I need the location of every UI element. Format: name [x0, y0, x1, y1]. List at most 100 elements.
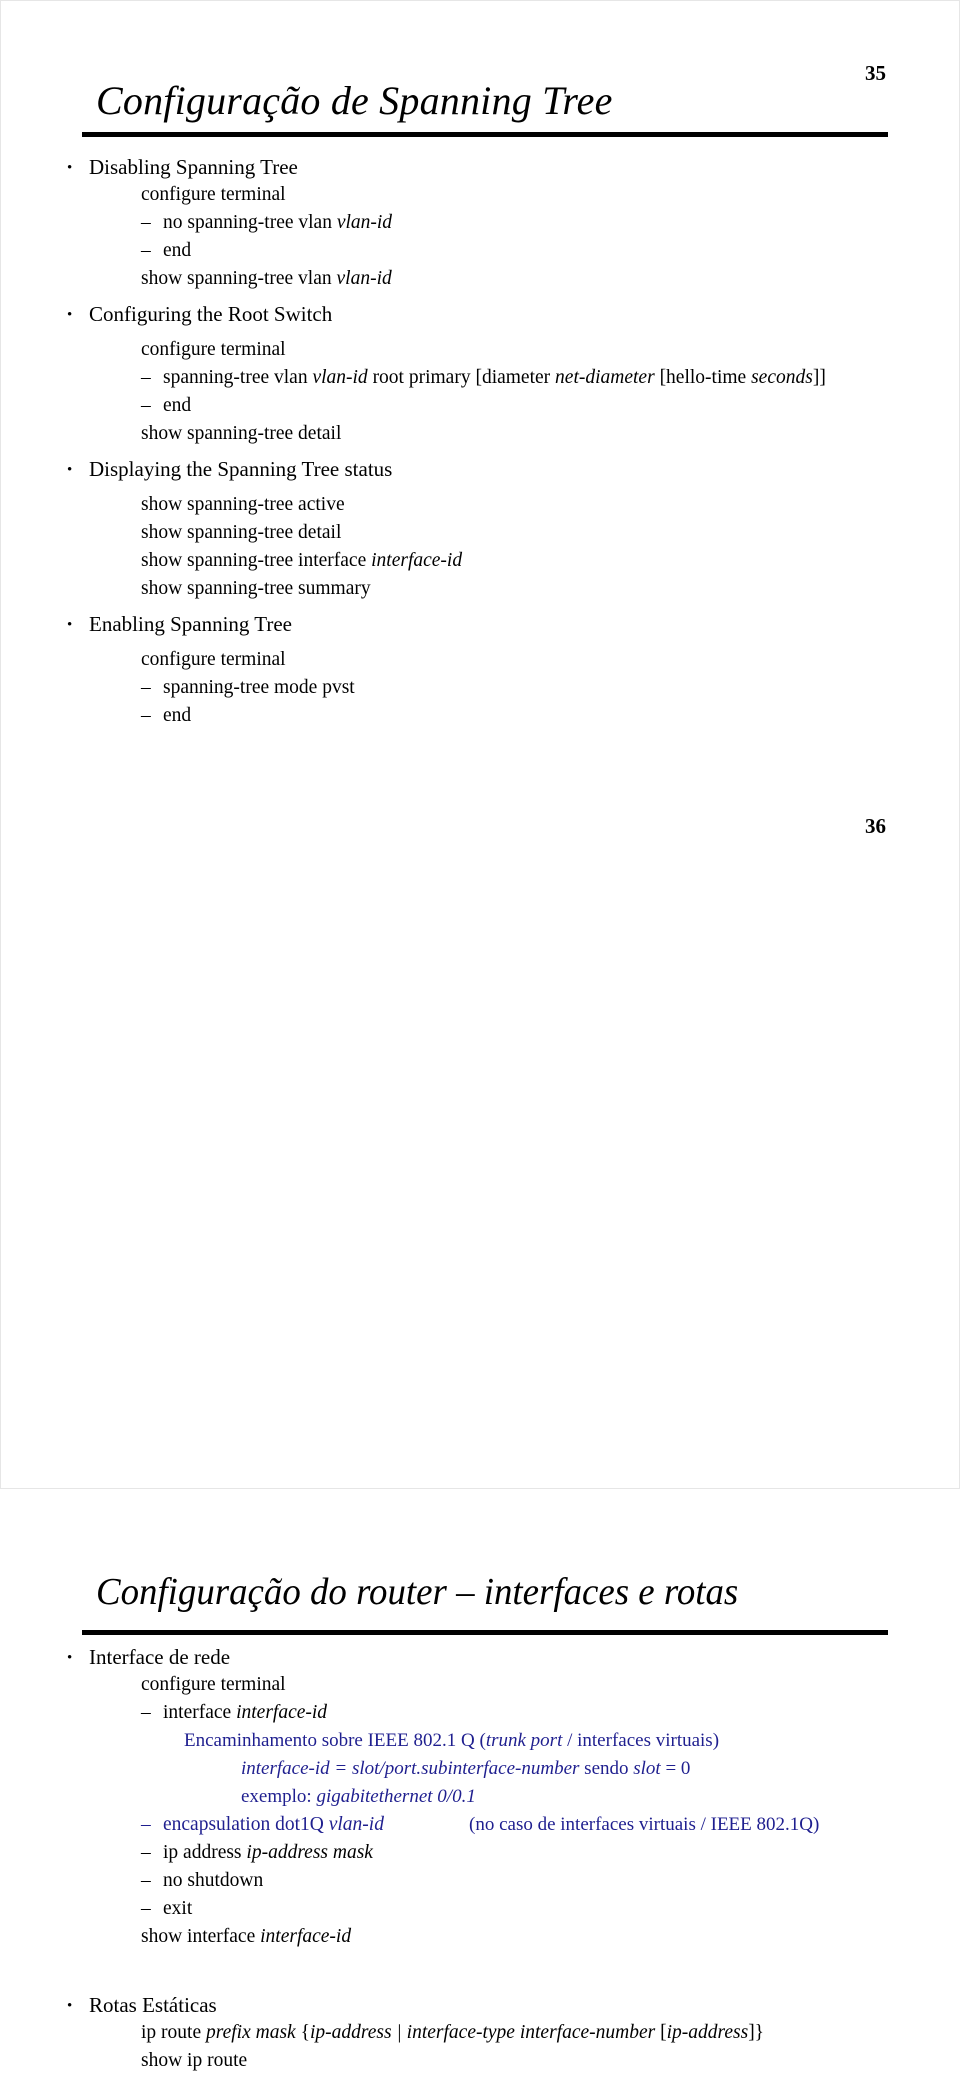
note-text: / interfaces virtuais) [562, 1730, 720, 1751]
heading-text: Displaying the Spanning Tree status [89, 457, 393, 481]
command-line: – end [1, 392, 960, 420]
command-note: (no caso de interfaces virtuais / IEEE 8… [469, 1814, 820, 1835]
heading-text: Disabling Spanning Tree [89, 155, 298, 179]
command-text: spanning-tree vlan [163, 367, 313, 388]
dash-icon: – [141, 677, 151, 698]
dash-icon: – [141, 1702, 151, 1723]
command-parameter: vlan-id [312, 367, 368, 388]
command-line: – ip address ip-address mask [1, 1839, 960, 1867]
command-line: show spanning-tree vlan vlan-id [1, 265, 960, 293]
command-parameter: vlan-id [336, 268, 392, 289]
note-text: sendo [579, 1758, 634, 1779]
command-text: configure terminal [141, 1674, 286, 1695]
command-text: no shutdown [163, 1870, 264, 1891]
command-parameter: seconds [751, 367, 813, 388]
command-parameter: vlan-id [336, 212, 393, 233]
slide-35-body: • Disabling Spanning Tree configure termi… [1, 153, 960, 730]
bullet-icon: • [67, 1998, 73, 2014]
command-line: configure terminal [1, 181, 960, 209]
command-line: – spanning-tree mode pvst [1, 674, 960, 702]
note-text: exemplo: [241, 1786, 317, 1807]
note-line: Encaminhamento sobre IEEE 802.1 Q (trunk… [1, 1727, 960, 1755]
command-parameter: ip-address mask [246, 1842, 373, 1863]
bullet-heading: • Disabling Spanning Tree [1, 153, 960, 181]
page-title: Configuração do router – interfaces e ro… [96, 1571, 739, 1613]
command-text: encapsulation dot1Q [163, 1814, 329, 1835]
title-divider [82, 1630, 888, 1635]
command-line: – encapsulation dot1Q vlan-id (no caso de … [1, 1811, 960, 1839]
command-parameter: interface-id [260, 1926, 352, 1947]
heading-text: Configuring the Root Switch [89, 302, 333, 326]
command-text: interface [163, 1702, 237, 1723]
command-text: show spanning-tree summary [141, 578, 371, 599]
command-line: show spanning-tree detail [1, 420, 960, 448]
command-line: show spanning-tree interface interface-i… [1, 547, 960, 575]
document-page: 35 Configuração de Spanning Tree • Disabl… [0, 0, 960, 2071]
command-text: ]} [748, 2022, 765, 2043]
dash-icon: – [141, 1898, 151, 1919]
command-text: configure terminal [141, 649, 286, 670]
command-line: show ip route [1, 2047, 960, 2075]
bullet-heading: • Interface de rede [1, 1643, 960, 1671]
bullet-icon: • [67, 1650, 73, 1666]
command-line: ip route prefix mask {ip-address | inter… [1, 2019, 960, 2047]
command-text: spanning-tree mode pvst [163, 677, 355, 698]
bullet-heading: • Enabling Spanning Tree [1, 603, 960, 646]
bullet-icon: • [67, 617, 73, 633]
dash-icon: – [141, 1870, 151, 1891]
command-line: configure terminal [1, 336, 960, 364]
note-text: Encaminhamento sobre IEEE 802.1 Q ( [184, 1730, 486, 1751]
command-text: show spanning-tree detail [141, 423, 342, 444]
command-line: configure terminal [1, 1671, 960, 1699]
command-text: end [163, 705, 192, 726]
command-line: – no shutdown [1, 1867, 960, 1895]
command-text: show spanning-tree active [141, 494, 345, 515]
note-emphasis: gigabitethernet 0/0.1 [316, 1786, 476, 1807]
command-text: end [163, 395, 192, 416]
command-line: – interface interface-id [1, 1699, 960, 1727]
note-text: = 0 [660, 1758, 691, 1779]
title-divider [82, 132, 888, 137]
command-line: – exit [1, 1895, 960, 1923]
command-line: – spanning-tree vlan vlan-id root primary… [1, 364, 960, 392]
bullet-icon: • [67, 307, 73, 323]
command-line: configure terminal [1, 646, 960, 674]
dash-icon: – [141, 1814, 151, 1835]
dash-icon: – [141, 212, 151, 233]
command-text: end [163, 240, 192, 261]
bullet-icon: • [67, 160, 73, 176]
page-title: Configuração de Spanning Tree [96, 78, 613, 123]
command-text: exit [163, 1898, 193, 1919]
note-emphasis: interface-id = slot/port.subinterface-nu… [241, 1758, 580, 1779]
command-line: show spanning-tree summary [1, 575, 960, 603]
bullet-heading: • Configuring the Root Switch [1, 293, 960, 336]
dash-icon: – [141, 240, 151, 261]
command-parameter: interface-id [371, 550, 463, 571]
dash-icon: – [141, 1842, 151, 1863]
command-parameter: ip-address | interface-type interface-nu… [309, 2022, 656, 2043]
command-text: ip route [141, 2022, 206, 2043]
command-text: root primary [diameter [367, 367, 556, 388]
command-text: [hello-time [654, 367, 752, 388]
bullet-heading: • Displaying the Spanning Tree status [1, 448, 960, 491]
command-text: show spanning-tree interface [141, 550, 372, 571]
command-text: [ [655, 2022, 667, 2043]
note-emphasis: slot [633, 1758, 661, 1779]
command-parameter: net-diameter [555, 367, 655, 388]
command-line: – end [1, 237, 960, 265]
command-text: no spanning-tree vlan [163, 212, 337, 233]
slide-page-number: 35 [865, 61, 886, 85]
command-line: show spanning-tree active [1, 491, 960, 519]
command-text: show ip route [141, 2050, 248, 2071]
bullet-icon: • [67, 462, 73, 478]
command-text: show spanning-tree vlan [141, 268, 337, 289]
dash-icon: – [141, 395, 151, 416]
command-parameter: interface-id [236, 1702, 328, 1723]
command-text: ]] [812, 367, 826, 388]
command-parameter: ip-address [666, 2022, 749, 2043]
note-emphasis: trunk port [485, 1730, 563, 1751]
heading-text: Rotas Estáticas [89, 1993, 217, 2017]
command-text: configure terminal [141, 184, 286, 205]
bullet-heading: • Rotas Estáticas [1, 1991, 960, 2019]
command-parameter: prefix mask [205, 2022, 296, 2043]
